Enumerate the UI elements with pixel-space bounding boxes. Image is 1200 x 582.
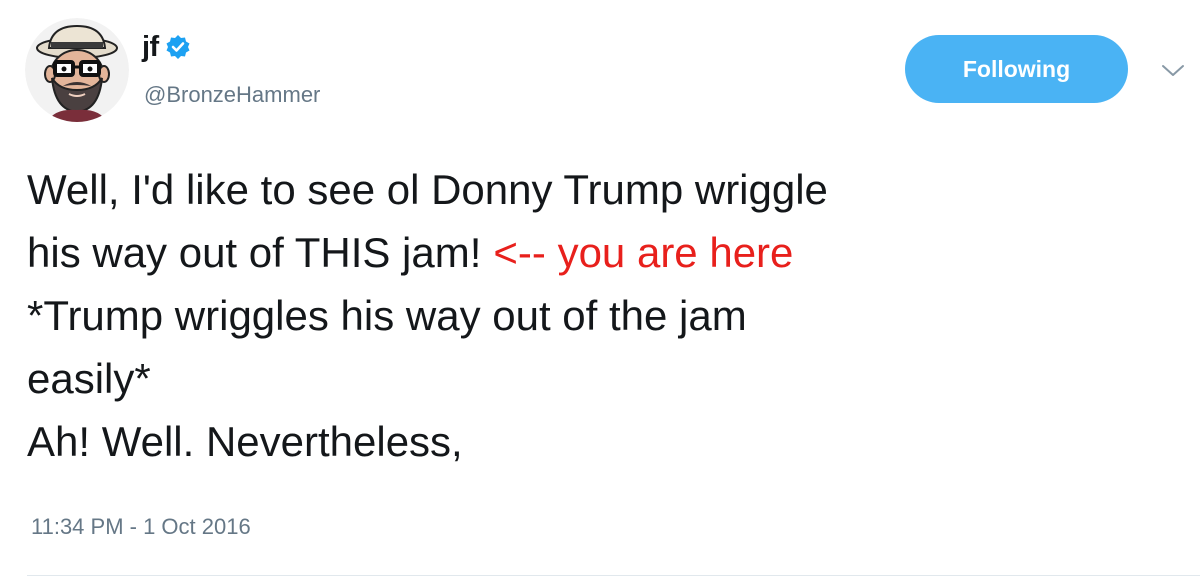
chevron-down-icon[interactable] bbox=[1160, 62, 1186, 80]
bearded-man-avatar-icon bbox=[25, 18, 129, 122]
tweet-line: his way out of THIS jam! <-- you are here bbox=[27, 229, 794, 276]
tweet-line: Ah! Well. Nevertheless, bbox=[27, 418, 463, 465]
tweet-text: Well, I'd like to see ol Donny Trump wri… bbox=[27, 158, 1177, 473]
avatar[interactable] bbox=[25, 18, 129, 122]
tweet-timestamp[interactable]: 11:34 PM - 1 Oct 2016 bbox=[31, 514, 251, 540]
verified-badge-icon bbox=[165, 34, 191, 60]
tweet-line: easily* bbox=[27, 355, 151, 402]
tweet-line: *Trump wriggles his way out of the jam bbox=[27, 292, 747, 339]
following-button[interactable]: Following bbox=[905, 35, 1128, 103]
tweet-line: Well, I'd like to see ol Donny Trump wri… bbox=[27, 166, 828, 213]
divider bbox=[27, 575, 1200, 576]
name-row: jf bbox=[142, 24, 191, 70]
user-handle[interactable]: @BronzeHammer bbox=[144, 82, 320, 108]
annotation-text: <-- you are here bbox=[493, 229, 794, 276]
display-name[interactable]: jf bbox=[142, 31, 159, 64]
tweet-card: jf @BronzeHammer Following Well, I'd lik… bbox=[0, 0, 1200, 582]
